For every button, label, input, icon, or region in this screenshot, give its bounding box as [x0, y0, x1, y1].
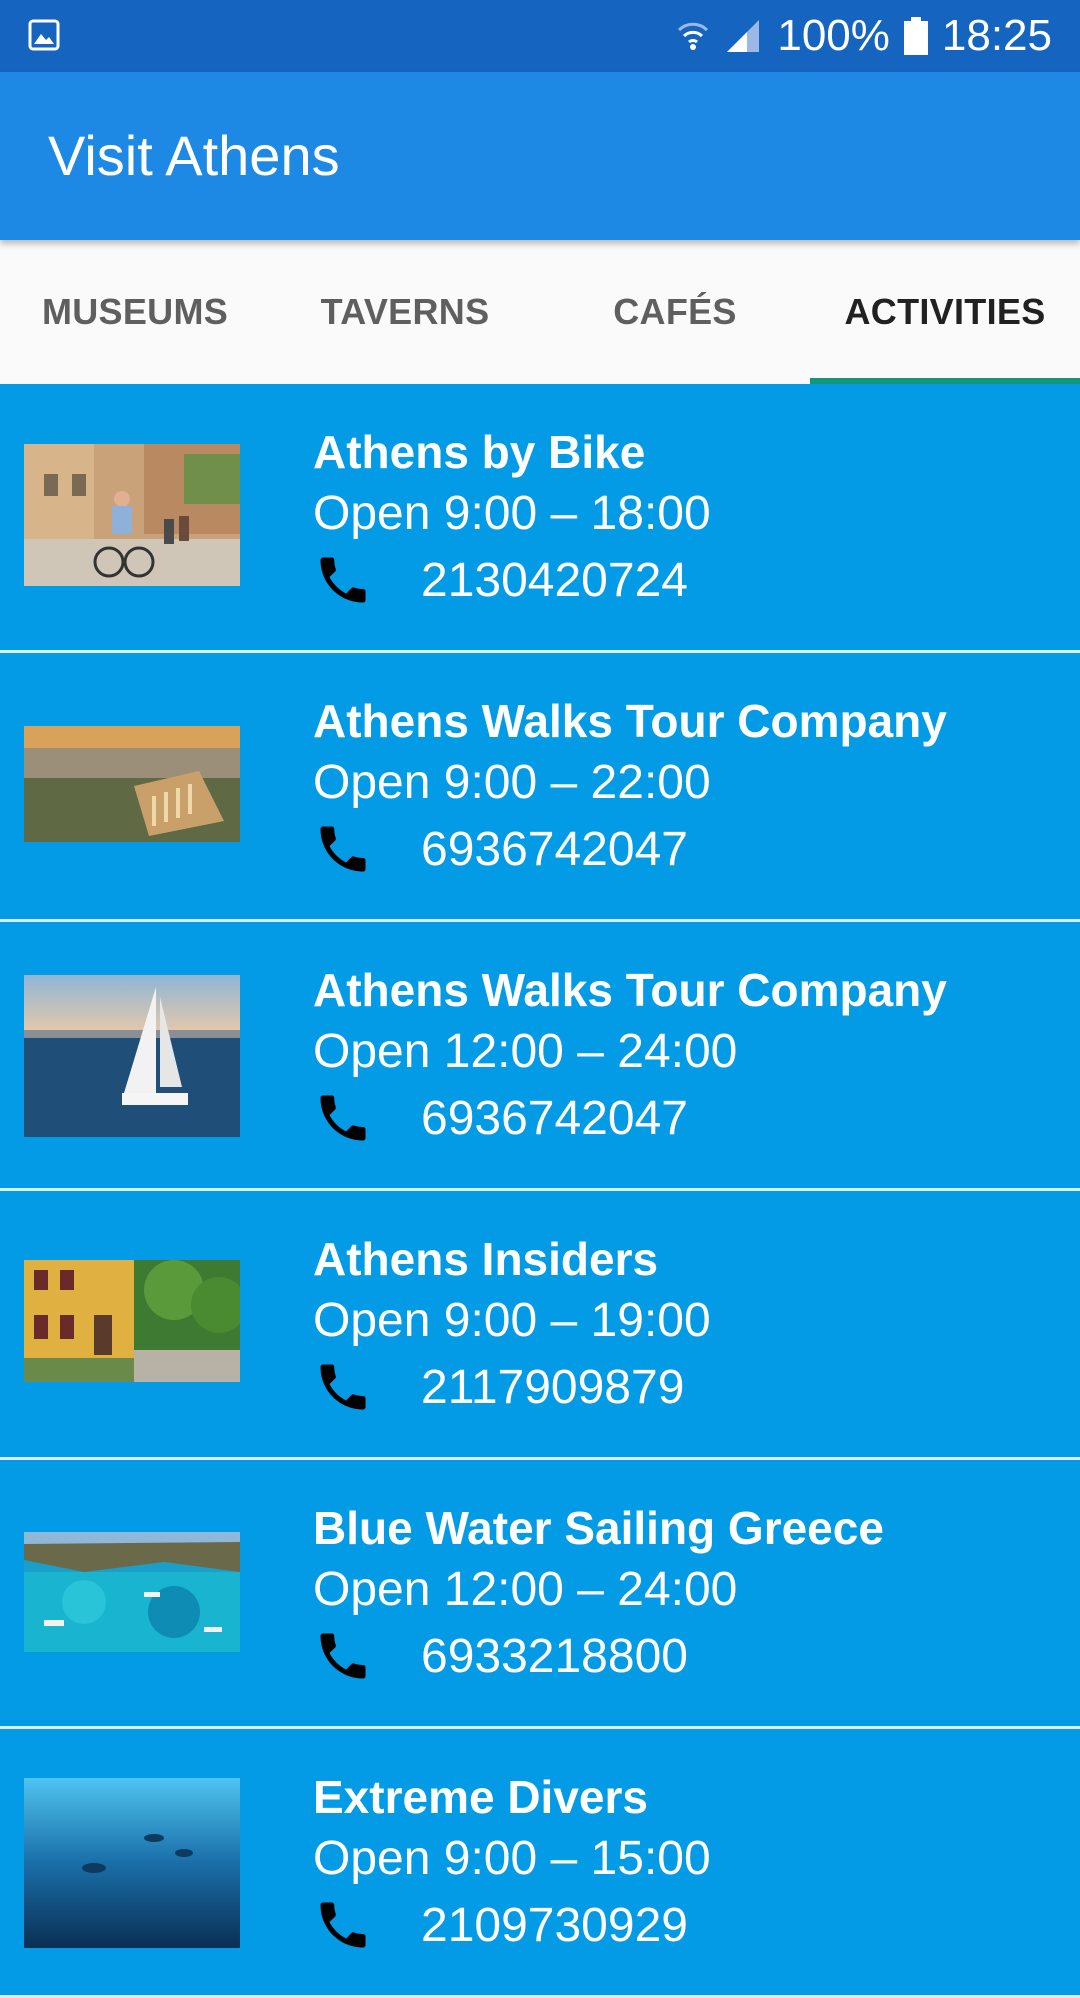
- phone-icon: [320, 1095, 366, 1141]
- wifi-icon: [675, 18, 711, 54]
- phone-icon: [320, 1364, 366, 1410]
- phone-number: 2117909879: [421, 1360, 685, 1414]
- gallery-notification-icon: [28, 19, 60, 51]
- phone-number: 2130420724: [421, 553, 688, 607]
- opening-hours: Open 12:00 – 24:00: [313, 1025, 738, 1078]
- phone-link[interactable]: 6936742047: [313, 817, 947, 881]
- tab-taverns[interactable]: TAVERNS: [270, 240, 540, 384]
- activity-name: Athens Insiders: [313, 1233, 659, 1285]
- phone-link[interactable]: 2117909879: [313, 1355, 711, 1419]
- phone-number: 2109730929: [421, 1898, 688, 1952]
- battery-percent: 100%: [777, 11, 890, 60]
- opening-hours: Open 9:00 – 19:00: [313, 1294, 711, 1347]
- phone-icon: [320, 557, 366, 603]
- phone-link[interactable]: 6936742047: [313, 1086, 947, 1150]
- signal-icon: [725, 18, 763, 54]
- turquoise-bay-photo: [24, 1532, 240, 1652]
- tab-cafes[interactable]: CAFÉS: [540, 240, 810, 384]
- battery-icon: [903, 17, 928, 55]
- underwater-divers-photo: [24, 1778, 240, 1948]
- phone-icon: [320, 1902, 366, 1948]
- activities-list: Athens by Bike Open 9:00 – 18:00 2130420…: [0, 384, 1080, 1998]
- phone-number: 6936742047: [421, 822, 688, 876]
- phone-number: 6936742047: [421, 1091, 688, 1145]
- list-item[interactable]: Athens Walks Tour Company Open 12:00 – 2…: [0, 922, 1080, 1191]
- activity-name: Athens by Bike: [313, 426, 646, 478]
- list-item[interactable]: Blue Water Sailing Greece Open 12:00 – 2…: [0, 1460, 1080, 1729]
- activity-name: Athens Walks Tour Company: [313, 964, 947, 1016]
- activity-name: Athens Walks Tour Company: [313, 695, 947, 747]
- phone-icon: [320, 1633, 366, 1679]
- phone-link[interactable]: 2130420724: [313, 548, 711, 612]
- phone-link[interactable]: 2109730929: [313, 1893, 711, 1957]
- activity-name: Blue Water Sailing Greece: [313, 1502, 884, 1554]
- opening-hours: Open 9:00 – 22:00: [313, 756, 711, 809]
- opening-hours: Open 9:00 – 15:00: [313, 1832, 711, 1885]
- yellow-house-street-photo: [24, 1260, 240, 1382]
- phone-icon: [320, 826, 366, 872]
- activity-name: Extreme Divers: [313, 1771, 648, 1823]
- aerial-ruins-photo: [24, 726, 240, 842]
- bike-street-photo: [24, 444, 240, 586]
- status-bar: 100% 18:25: [0, 0, 1080, 72]
- sailboat-photo: [24, 975, 240, 1137]
- opening-hours: Open 9:00 – 18:00: [313, 487, 711, 540]
- list-item[interactable]: Extreme Divers Open 9:00 – 15:00 2109730…: [0, 1729, 1080, 1998]
- list-item[interactable]: Athens Insiders Open 9:00 – 19:00 211790…: [0, 1191, 1080, 1460]
- tab-museums[interactable]: MUSEUMS: [0, 240, 270, 384]
- opening-hours: Open 12:00 – 24:00: [313, 1563, 738, 1616]
- phone-link[interactable]: 6933218800: [313, 1624, 884, 1688]
- app-title: Visit Athens: [48, 124, 340, 187]
- list-item[interactable]: Athens Walks Tour Company Open 9:00 – 22…: [0, 653, 1080, 922]
- app-bar: Visit Athens: [0, 72, 1080, 240]
- phone-number: 6933218800: [421, 1629, 688, 1683]
- category-tabs: MUSEUMS TAVERNS CAFÉS ACTIVITIES: [0, 240, 1080, 384]
- list-item[interactable]: Athens by Bike Open 9:00 – 18:00 2130420…: [0, 384, 1080, 653]
- clock: 18:25: [941, 11, 1052, 60]
- tab-activities[interactable]: ACTIVITIES: [810, 240, 1080, 384]
